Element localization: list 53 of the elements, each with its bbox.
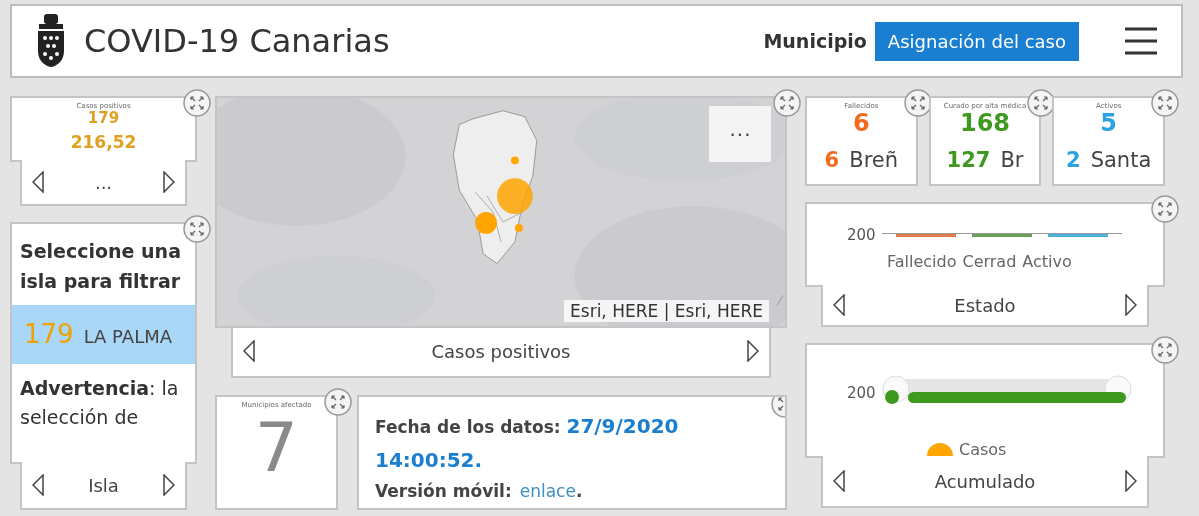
app-title: COVID-19 Canarias (84, 22, 391, 60)
category-label: Activo (1022, 252, 1072, 271)
view-button[interactable]: Asignación del caso (874, 21, 1079, 61)
previous-icon[interactable] (833, 294, 845, 316)
expand-icon[interactable] (1151, 89, 1179, 117)
stat-detail: 127 Br (946, 147, 1024, 172)
nav-label: ... (94, 171, 113, 193)
previous-icon[interactable] (32, 474, 44, 496)
next-icon[interactable] (747, 340, 759, 362)
next-icon[interactable] (1125, 470, 1137, 492)
crest-icon (36, 14, 66, 68)
nav-label: Acumulado (934, 470, 1036, 492)
stat-detail: 6 Breñ (824, 147, 899, 172)
case-count: 179 (87, 110, 120, 128)
expand-icon[interactable] (183, 89, 211, 117)
category-label: Cerrad (962, 252, 1017, 271)
map[interactable]: ··· Esri, HERE | Esri, HERE (215, 96, 787, 328)
expand-icon[interactable] (1151, 195, 1179, 223)
stat-detail: 2 Santa (1066, 147, 1152, 172)
legend-label: Casos (959, 442, 1007, 456)
expand-icon[interactable] (183, 215, 211, 243)
stat-value: 6 (853, 110, 870, 138)
axis-tick: 200 (847, 384, 876, 402)
stat-value: 5 (1100, 110, 1118, 138)
view-tab[interactable]: Municipio (763, 30, 867, 52)
link[interactable]: enlace (519, 481, 576, 501)
next-icon[interactable] (163, 474, 175, 496)
case-rate: 216,52 (70, 133, 137, 153)
filter-heading: Seleccione una isla para filtrar (19, 239, 182, 295)
next-icon[interactable] (163, 171, 175, 193)
next-icon[interactable] (1125, 294, 1137, 316)
axis-tick: 200 (847, 226, 876, 244)
expand-icon[interactable] (324, 388, 352, 416)
expand-icon[interactable] (773, 89, 801, 117)
nav-label: Estado (954, 294, 1016, 316)
nav-label: Isla (88, 474, 119, 496)
expand-icon[interactable] (903, 89, 932, 117)
menu-icon[interactable] (1125, 27, 1157, 55)
more-button[interactable]: ··· (709, 106, 771, 162)
municipio-count: 7 (254, 409, 299, 488)
nav-label: Casos positivos (431, 340, 571, 362)
previous-icon[interactable] (833, 470, 845, 492)
map-attribution: Esri, HERE | Esri, HERE (564, 300, 769, 322)
info-text: Versión móvil: enlace. (375, 480, 584, 503)
warning-text: Advertencia: la selección de (19, 375, 180, 431)
island-item[interactable]: 179 LA PALMA (12, 304, 195, 364)
stat-value: 168 (959, 110, 1011, 138)
previous-icon[interactable] (32, 171, 44, 193)
info-text: Fecha de los datos: 27/9/2020 14:00:52. (375, 413, 680, 474)
category-label: Fallecido (887, 252, 957, 271)
expand-icon[interactable] (1027, 89, 1056, 117)
expand-icon[interactable] (1151, 336, 1179, 364)
previous-icon[interactable] (243, 340, 255, 362)
